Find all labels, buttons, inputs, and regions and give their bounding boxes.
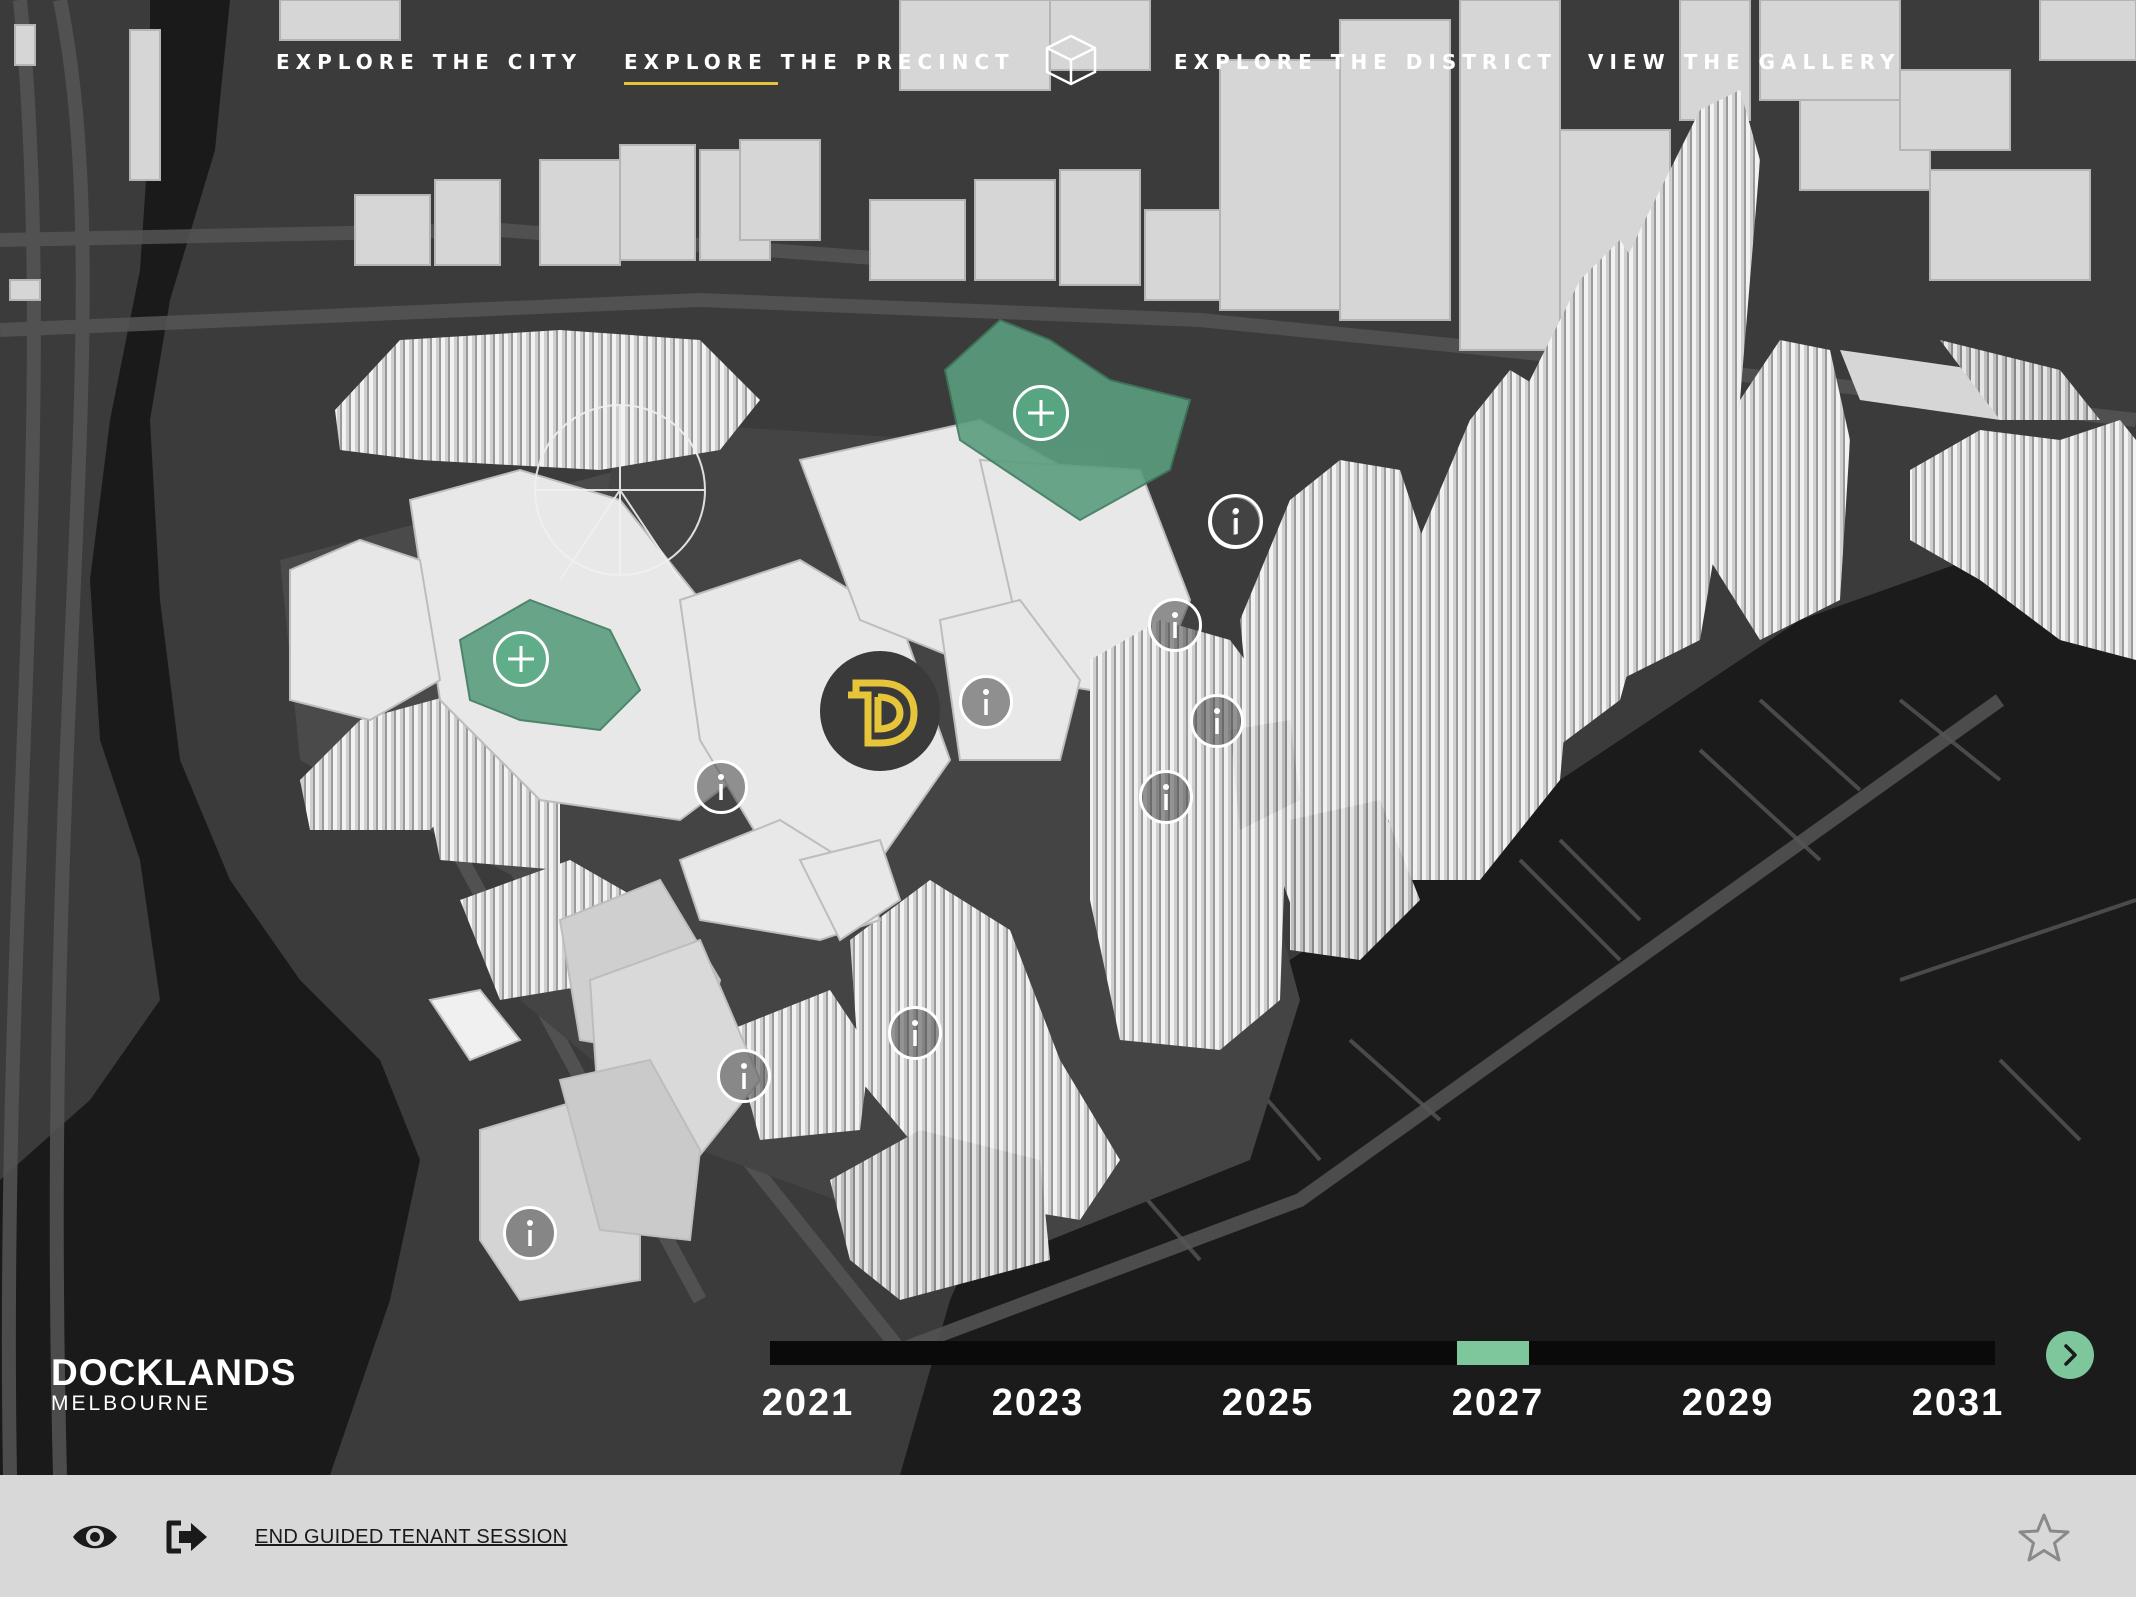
info-icon xyxy=(1214,708,1220,734)
exit-icon[interactable] xyxy=(163,1517,209,1562)
timeline-next-button[interactable] xyxy=(2046,1331,2094,1379)
docklands-logo-marker[interactable] xyxy=(820,651,940,771)
info-icon xyxy=(1172,612,1178,638)
nav-explore-city[interactable]: EXPLORE THE CITY xyxy=(276,50,582,74)
add-marker[interactable] xyxy=(493,631,549,687)
info-icon xyxy=(1233,508,1239,534)
info-marker[interactable] xyxy=(1190,694,1244,748)
year-2027[interactable]: 2027 xyxy=(1428,1382,1568,1425)
timeline-slider[interactable] xyxy=(770,1341,1995,1365)
year-2023[interactable]: 2023 xyxy=(968,1382,1108,1425)
info-marker[interactable] xyxy=(1148,598,1202,652)
nav-explore-precinct[interactable]: EXPLORE THE PRECINCT xyxy=(624,50,1015,74)
info-marker[interactable] xyxy=(959,675,1013,729)
year-2029[interactable]: 2029 xyxy=(1658,1382,1798,1425)
brand-subtitle: MELBOURNE xyxy=(51,1392,212,1415)
active-nav-underline xyxy=(624,82,778,85)
nav-explore-district[interactable]: EXPLORE THE DISTRICT xyxy=(1174,50,1557,74)
info-icon xyxy=(983,689,989,715)
info-icon xyxy=(527,1220,533,1246)
chevron-right-icon xyxy=(2064,1344,2077,1366)
year-2021[interactable]: 2021 xyxy=(738,1382,878,1425)
cube-icon[interactable] xyxy=(1043,32,1099,88)
info-marker[interactable] xyxy=(694,760,748,814)
info-marker[interactable] xyxy=(717,1049,771,1103)
info-icon xyxy=(912,1020,918,1046)
info-marker[interactable] xyxy=(888,1006,942,1060)
eye-icon[interactable] xyxy=(70,1519,120,1560)
end-session-link[interactable]: END GUIDED TENANT SESSION xyxy=(255,1526,567,1549)
timeline-thumb[interactable] xyxy=(1457,1341,1530,1365)
nav-view-gallery[interactable]: VIEW THE GALLERY xyxy=(1588,50,1900,74)
plus-icon xyxy=(1028,400,1054,426)
info-icon xyxy=(741,1063,747,1089)
year-2025[interactable]: 2025 xyxy=(1198,1382,1338,1425)
year-2031[interactable]: 2031 xyxy=(1888,1382,2028,1425)
info-icon xyxy=(1163,784,1169,810)
info-marker[interactable] xyxy=(1139,770,1193,824)
info-marker[interactable] xyxy=(503,1206,557,1260)
info-marker[interactable] xyxy=(1209,494,1263,548)
d-logo-icon xyxy=(848,679,918,747)
brand-title: DOCKLANDS xyxy=(51,1352,297,1393)
plus-icon xyxy=(508,646,534,672)
info-icon xyxy=(718,774,724,800)
star-icon[interactable] xyxy=(2017,1512,2071,1569)
precinct-map[interactable] xyxy=(0,0,2136,1475)
add-marker[interactable] xyxy=(1013,385,1069,441)
